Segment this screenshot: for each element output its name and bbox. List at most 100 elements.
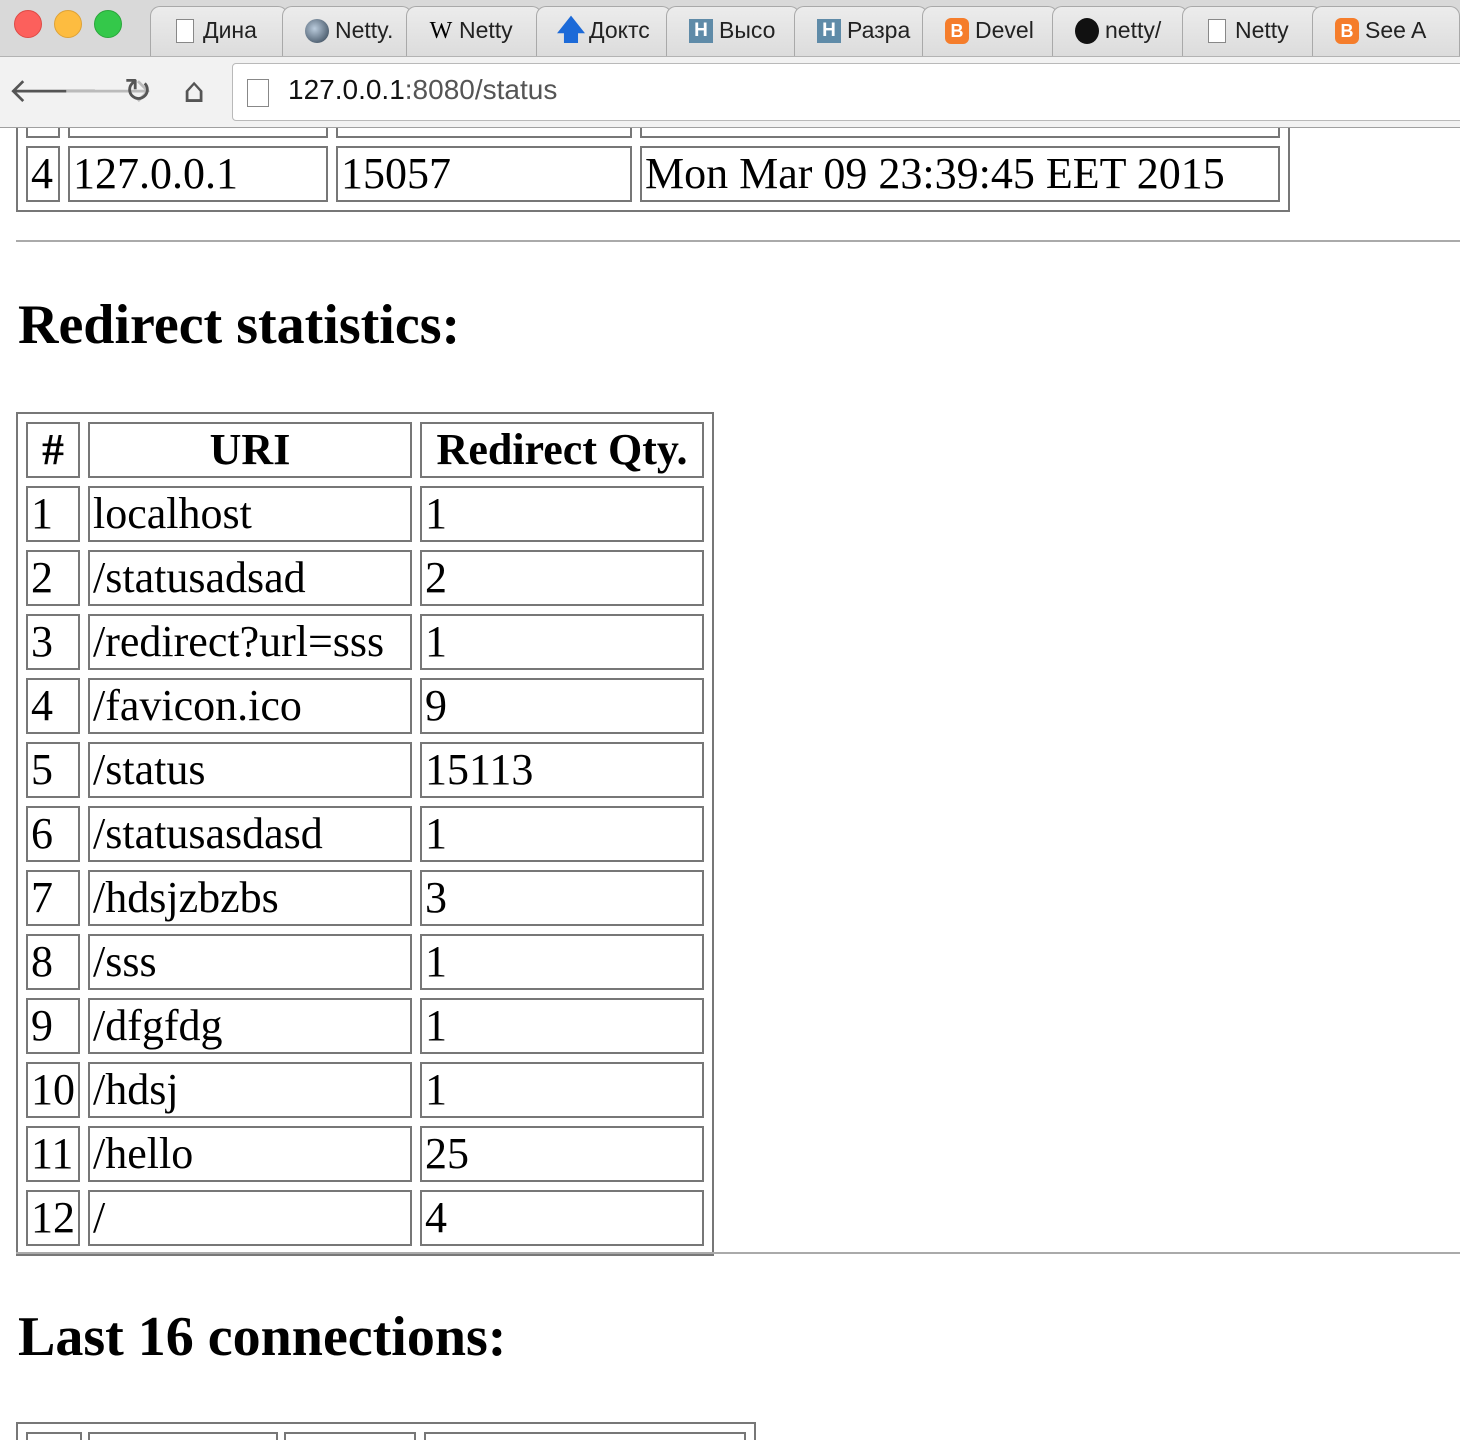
table-cell: 9 <box>26 998 80 1054</box>
table-cell: 10 <box>26 1062 80 1118</box>
blogger-icon: B <box>945 18 969 44</box>
wikipedia-icon: W <box>429 17 453 44</box>
tab-label: netty/ <box>1105 17 1162 43</box>
table-cell: /hello <box>88 1126 412 1182</box>
table-cell: 11 <box>26 1126 80 1182</box>
table-cell: 1 <box>420 806 704 862</box>
browser-tab[interactable]: Netty <box>1182 6 1322 56</box>
table-row: 12/4 <box>26 1190 704 1246</box>
browser-tab[interactable]: H Высо <box>666 6 800 56</box>
table-cell: /dfgfdg <box>88 998 412 1054</box>
table-row: 4 127.0.0.1 15057 Mon Mar 09 23:39:45 EE… <box>26 146 1280 202</box>
table-cell: 9 <box>420 678 704 734</box>
up-arrow-icon: 🡅 <box>556 15 586 46</box>
table-cell: /redirect?url=sss <box>88 614 412 670</box>
blogger-icon: B <box>1335 18 1359 44</box>
minimize-window-button[interactable] <box>54 10 82 38</box>
zoom-window-button[interactable] <box>94 10 122 38</box>
table-row: 7/hdsjzbzbs 3 <box>26 870 704 926</box>
column-header: URI <box>88 422 412 478</box>
page-icon <box>247 79 269 107</box>
table-cell: /status <box>88 742 412 798</box>
table-cell: /statusasdasd <box>88 806 412 862</box>
page-icon <box>1205 18 1229 44</box>
column-header: Redirect Qty. <box>420 422 704 478</box>
last-connections-table <box>16 1422 756 1440</box>
table-cell: 6 <box>26 806 80 862</box>
table-row: 4/favicon.ico 9 <box>26 678 704 734</box>
browser-tab[interactable]: Дина <box>150 6 288 56</box>
browser-toolbar: 🡐 🡒 ↻ ⌂ 127.0.0.1:8080/status <box>0 57 1460 128</box>
table-cell <box>88 1432 278 1440</box>
browser-tab[interactable]: netty/ <box>1052 6 1188 56</box>
tab-label: Дина <box>203 17 257 43</box>
forward-arrow-icon[interactable]: 🡒 <box>62 71 153 111</box>
table-cell: /statusadsad <box>88 550 412 606</box>
table-row: 5/status 15113 <box>26 742 704 798</box>
back-arrow-icon[interactable]: 🡐 <box>8 71 99 111</box>
table-cell: 1 <box>420 486 704 542</box>
table-cell: 3 <box>420 870 704 926</box>
connections-by-ip-table: 3 192.168.1.5 39 Mon Mar 09 16:07:45 EET… <box>16 128 1290 212</box>
table-cell: Mon Mar 09 16:07:45 EET 2015 <box>640 128 1280 138</box>
tab-label: Доктс <box>589 17 650 43</box>
table-row: 1 localhost 1 <box>26 486 704 542</box>
page-content: 3 192.168.1.5 39 Mon Mar 09 16:07:45 EET… <box>0 128 1460 1440</box>
table-cell: 1 <box>420 614 704 670</box>
table-row: 8/sss 1 <box>26 934 704 990</box>
tab-strip: Дина Netty. W Netty 🡅 Доктс H Высо H Раз… <box>0 0 1460 57</box>
table-row: 3 192.168.1.5 39 Mon Mar 09 16:07:45 EET… <box>26 128 1280 138</box>
table-cell: 192.168.1.5 <box>68 128 328 138</box>
table-cell <box>284 1432 416 1440</box>
tab-label: See A <box>1365 17 1427 43</box>
table-header-row: # URI Redirect Qty. <box>26 422 704 478</box>
tab-label: Разра <box>847 17 911 43</box>
page-icon <box>173 18 197 44</box>
table-cell <box>424 1432 746 1440</box>
table-row: 2/statusadsad 2 <box>26 550 704 606</box>
address-bar[interactable]: 127.0.0.1:8080/status <box>232 63 1460 121</box>
last-connections-heading: Last 16 connections: <box>18 1306 507 1368</box>
tab-label: Devel <box>975 17 1034 43</box>
table-row: 3/redirect?url=sss 1 <box>26 614 704 670</box>
reload-icon[interactable]: ↻ <box>118 71 158 111</box>
table-cell: 4 <box>26 146 60 202</box>
table-cell: 1 <box>420 934 704 990</box>
close-window-button[interactable] <box>14 10 42 38</box>
table-cell: /hdsj <box>88 1062 412 1118</box>
table-cell: 8 <box>26 934 80 990</box>
table-cell: 4 <box>420 1190 704 1246</box>
browser-tab[interactable]: B See A <box>1312 6 1460 56</box>
table-cell: /favicon.ico <box>88 678 412 734</box>
section-divider <box>16 1252 1460 1254</box>
table-row: 6/statusasdasd 1 <box>26 806 704 862</box>
github-icon <box>1075 18 1099 44</box>
table-cell: 2 <box>26 550 80 606</box>
home-icon[interactable]: ⌂ <box>174 71 214 111</box>
table-row: 10/hdsj 1 <box>26 1062 704 1118</box>
table-cell: 25 <box>420 1126 704 1182</box>
table-cell: 15113 <box>420 742 704 798</box>
habr-icon: H <box>817 18 841 44</box>
habr-icon: H <box>689 18 713 44</box>
table-row: 11/hello 25 <box>26 1126 704 1182</box>
address-url[interactable]: 127.0.0.1:8080/status <box>288 74 557 106</box>
table-cell: 3 <box>26 614 80 670</box>
browser-tab[interactable]: B Devel <box>922 6 1058 56</box>
url-path: :8080/status <box>404 74 558 105</box>
browser-tab[interactable]: W Netty <box>406 6 542 56</box>
table-cell: /sss <box>88 934 412 990</box>
globe-icon <box>305 18 329 44</box>
browser-tab[interactable]: Netty. <box>282 6 412 56</box>
tab-label: Netty <box>1235 17 1289 43</box>
table-cell: 3 <box>26 128 60 138</box>
browser-tab[interactable]: H Разра <box>794 6 928 56</box>
table-cell: 39 <box>336 128 632 138</box>
url-host: 127.0.0.1 <box>288 74 405 105</box>
table-cell: 2 <box>420 550 704 606</box>
table-cell: 12 <box>26 1190 80 1246</box>
column-header: # <box>26 422 80 478</box>
table-cell: 7 <box>26 870 80 926</box>
table-cell: 127.0.0.1 <box>68 146 328 202</box>
browser-tab[interactable]: 🡅 Доктс <box>536 6 672 56</box>
